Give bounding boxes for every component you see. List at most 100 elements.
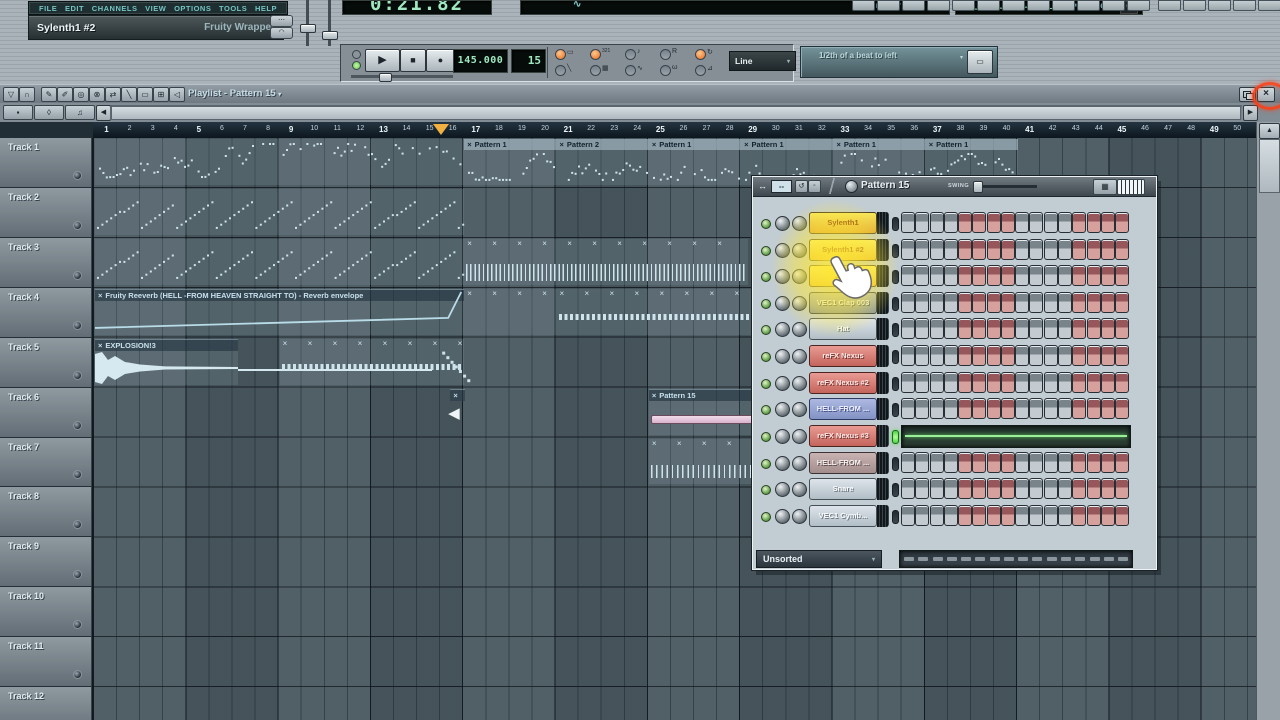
- step-cell[interactable]: [930, 265, 944, 286]
- toolbar-button[interactable]: [1127, 0, 1150, 11]
- menu-item-file[interactable]: FILE: [39, 4, 57, 13]
- step-cell[interactable]: [1029, 478, 1043, 499]
- step-cell[interactable]: [901, 292, 915, 313]
- channel-button[interactable]: reFX Nexus #2: [809, 372, 877, 394]
- step-cell[interactable]: [901, 239, 915, 260]
- channel-grip[interactable]: [877, 505, 889, 527]
- step-cell[interactable]: [1115, 318, 1129, 339]
- channel-enable-led[interactable]: [761, 272, 771, 282]
- step-cell[interactable]: [987, 212, 1001, 233]
- step-cell[interactable]: [1087, 398, 1101, 419]
- step-cell[interactable]: [1072, 398, 1086, 419]
- pattern-clip[interactable]: ×Pattern 2: [557, 139, 649, 185]
- step-cell[interactable]: [987, 505, 1001, 526]
- channel-grip[interactable]: [877, 398, 889, 420]
- toolbar-button[interactable]: [1183, 0, 1206, 11]
- step-cell[interactable]: [930, 372, 944, 393]
- step-cell[interactable]: [1087, 318, 1101, 339]
- tempo-display[interactable]: 145.000: [453, 49, 508, 73]
- channel-enable-led[interactable]: [761, 432, 771, 442]
- step-cell[interactable]: [1101, 212, 1115, 233]
- step-cell[interactable]: [1115, 345, 1129, 366]
- channel-volume-knob[interactable]: [792, 349, 807, 364]
- channel-volume-knob[interactable]: [792, 216, 807, 231]
- toolbar-button[interactable]: [902, 0, 925, 11]
- step-cell[interactable]: [1001, 265, 1015, 286]
- step-cell[interactable]: [972, 345, 986, 366]
- playhead-marker[interactable]: [433, 124, 449, 135]
- rack-swap-icon[interactable]: ↔: [758, 181, 767, 191]
- step-cell[interactable]: [1087, 372, 1101, 393]
- step-cell[interactable]: [1029, 265, 1043, 286]
- step-cell[interactable]: [1115, 292, 1129, 313]
- channel-pan-knob[interactable]: [775, 216, 790, 231]
- step-cell[interactable]: [1087, 345, 1101, 366]
- step-cell[interactable]: [1044, 239, 1058, 260]
- playlist-tool-8[interactable]: ╲: [121, 87, 137, 102]
- clip-region[interactable]: ××××: [464, 289, 556, 335]
- step-cell[interactable]: [1115, 505, 1129, 526]
- step-cell[interactable]: [958, 239, 972, 260]
- channel-volume-knob[interactable]: [792, 269, 807, 284]
- step-cell[interactable]: [901, 345, 915, 366]
- step-cell[interactable]: [1072, 239, 1086, 260]
- pattern-clip[interactable]: ×Pattern 1: [464, 139, 556, 185]
- step-cell[interactable]: [915, 345, 929, 366]
- track-panel-11[interactable]: Track 11: [0, 637, 92, 687]
- step-cell[interactable]: [1115, 372, 1129, 393]
- step-cell[interactable]: [915, 292, 929, 313]
- toolbar-button[interactable]: [1102, 0, 1125, 11]
- clip-header[interactable]: ×Pattern 1: [464, 139, 556, 150]
- step-cell[interactable]: [1001, 478, 1015, 499]
- step-cell[interactable]: [944, 265, 958, 286]
- step-cell[interactable]: [1044, 318, 1058, 339]
- step-cell[interactable]: [944, 452, 958, 473]
- step-cell[interactable]: [1044, 505, 1058, 526]
- step-cell[interactable]: [987, 239, 1001, 260]
- channel-grip[interactable]: [877, 478, 889, 500]
- playlist-tool-7[interactable]: ⇄: [105, 87, 121, 102]
- step-cell[interactable]: [972, 292, 986, 313]
- channel-pan-knob[interactable]: [775, 322, 790, 337]
- channel-mute-led[interactable]: [892, 483, 899, 497]
- step-cell[interactable]: [1072, 372, 1086, 393]
- toolbar-button[interactable]: [1208, 0, 1231, 11]
- step-cell[interactable]: [930, 478, 944, 499]
- swing-slider-track[interactable]: [975, 185, 1037, 188]
- pattern-clip[interactable]: ×Pattern 15: [649, 389, 756, 435]
- step-cell[interactable]: [1029, 372, 1043, 393]
- channel-enable-led[interactable]: [761, 325, 771, 335]
- toolbar-button[interactable]: [1052, 0, 1075, 11]
- step-cell[interactable]: [972, 452, 986, 473]
- clip-region[interactable]: [95, 239, 464, 285]
- transport-led-row2-4[interactable]: [660, 65, 671, 76]
- channel-enable-led[interactable]: [761, 512, 771, 522]
- rack-pattern-icon[interactable]: [845, 180, 858, 193]
- step-cell[interactable]: [1029, 212, 1043, 233]
- record-button[interactable]: ●: [426, 49, 455, 72]
- playlist-tool-6[interactable]: ⊗: [89, 87, 105, 102]
- channel-grip[interactable]: [877, 239, 889, 261]
- playlist-tool-1[interactable]: ▽: [3, 87, 19, 102]
- step-cell[interactable]: [1101, 372, 1115, 393]
- horizontal-scrollbar-thumb[interactable]: [111, 106, 1241, 120]
- toolbar-button[interactable]: [1077, 0, 1100, 11]
- step-cell[interactable]: [958, 265, 972, 286]
- channel-enable-led[interactable]: [761, 379, 771, 389]
- master-volume-slider[interactable]: [306, 0, 309, 46]
- channel-pan-knob[interactable]: [775, 269, 790, 284]
- clip-header[interactable]: ×Pattern 1: [741, 139, 833, 150]
- channel-mute-led[interactable]: [892, 244, 899, 258]
- step-cell[interactable]: [915, 505, 929, 526]
- channel-mute-led[interactable]: [892, 430, 899, 444]
- playlist-tool-10[interactable]: ⊞: [153, 87, 169, 102]
- step-cell[interactable]: [1029, 318, 1043, 339]
- channel-volume-knob[interactable]: [792, 509, 807, 524]
- toolbar-button[interactable]: [1158, 0, 1181, 11]
- step-cell[interactable]: [958, 372, 972, 393]
- step-cell[interactable]: [958, 505, 972, 526]
- step-cell[interactable]: [1101, 318, 1115, 339]
- step-cell[interactable]: [972, 212, 986, 233]
- channel-enable-led[interactable]: [761, 299, 771, 309]
- channel-volume-knob[interactable]: [792, 322, 807, 337]
